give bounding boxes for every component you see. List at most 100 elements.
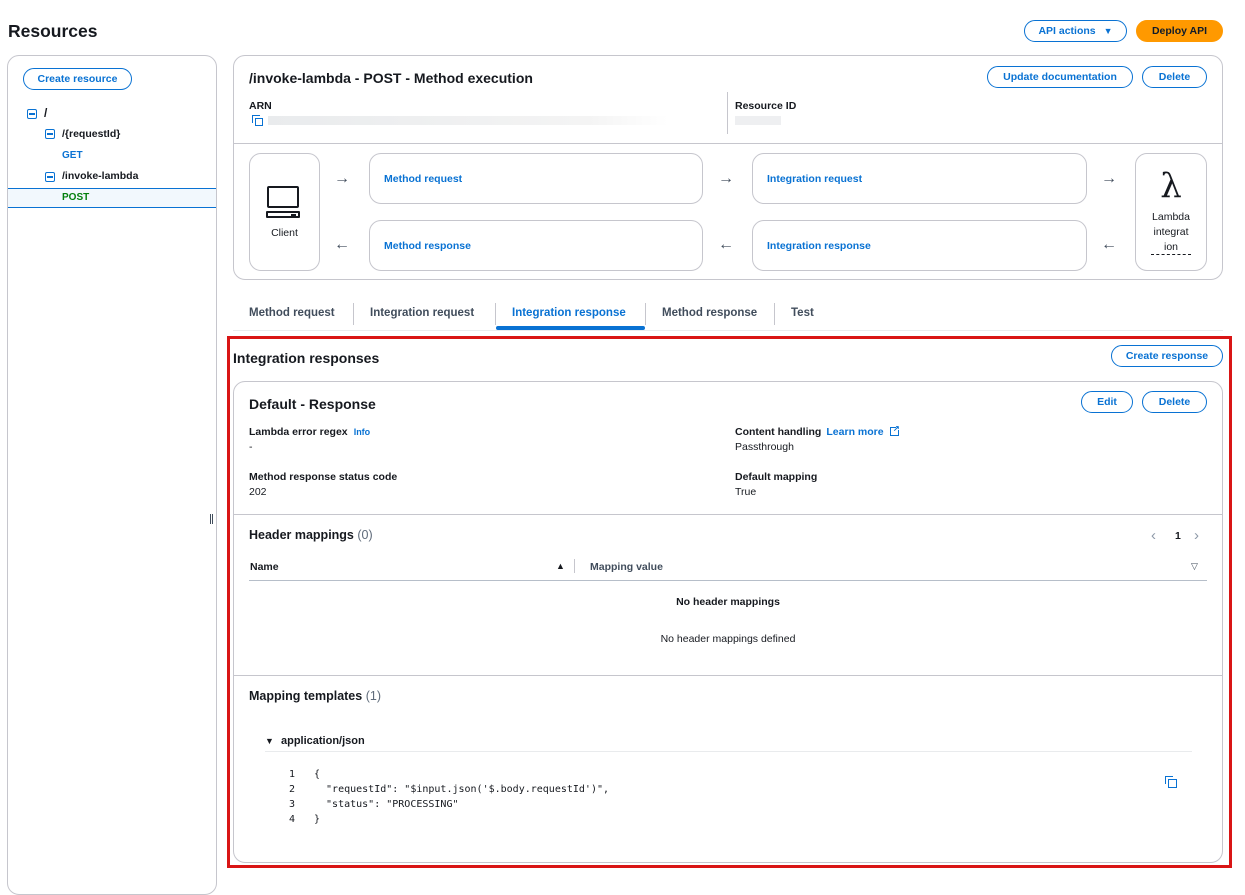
resize-handle-icon[interactable] xyxy=(210,514,213,524)
tree-item-get[interactable]: GET xyxy=(62,150,83,161)
collapse-requestid-icon[interactable] xyxy=(45,129,55,139)
code-line: "requestId": "$input.json('$.body.reques… xyxy=(314,784,610,795)
code-line: } xyxy=(314,814,321,825)
content-handling-value: Passthrough xyxy=(735,441,794,453)
page-title: Resources xyxy=(8,21,98,41)
method-card-divider xyxy=(234,143,1222,144)
deploy-api-button[interactable]: Deploy API xyxy=(1136,20,1223,42)
header-mappings-title: Header mappings xyxy=(249,528,354,542)
default-response-title: Default - Response xyxy=(249,396,376,412)
arn-label: ARN xyxy=(249,100,272,112)
section-divider xyxy=(234,514,1222,515)
copy-template-icon[interactable] xyxy=(1165,776,1178,789)
resource-id-label: Resource ID xyxy=(735,100,797,112)
tab-separator xyxy=(774,303,775,325)
tab-method-response[interactable]: Method response xyxy=(662,307,757,319)
delete-method-button[interactable]: Delete xyxy=(1142,66,1207,88)
integration-response-box[interactable]: Integration response xyxy=(752,220,1087,271)
update-documentation-button[interactable]: Update documentation xyxy=(987,66,1133,88)
arrow-right-icon: → xyxy=(334,170,350,187)
lambda-error-regex-value: - xyxy=(249,441,253,453)
column-divider xyxy=(574,559,575,573)
tree-item-post-selected[interactable] xyxy=(8,188,216,208)
pagination-page[interactable]: 1 xyxy=(1175,530,1181,542)
lambda-label-line3: ion xyxy=(1163,241,1178,253)
caret-down-icon: ▼ xyxy=(1103,26,1113,36)
learn-more-link[interactable]: Learn more xyxy=(826,426,883,438)
tab-separator xyxy=(645,303,646,325)
code-line: { xyxy=(314,769,321,780)
client-label: Client xyxy=(271,227,298,239)
tree-item-post[interactable]: POST xyxy=(62,192,89,203)
lambda-label-line2: integrat xyxy=(1153,226,1189,238)
integration-request-box[interactable]: Integration request xyxy=(752,153,1087,204)
header-mappings-heading: Header mappings (0) xyxy=(249,528,373,542)
arrow-left-icon: ← xyxy=(1101,236,1117,253)
status-code-value: 202 xyxy=(249,486,267,498)
code-line: "status": "PROCESSING" xyxy=(314,799,459,810)
empty-state-title: No header mappings xyxy=(676,596,780,608)
status-code-label: Method response status code xyxy=(249,471,398,483)
arn-divider xyxy=(727,92,728,134)
arrow-left-icon: ← xyxy=(718,236,734,253)
method-response-box[interactable]: Method response xyxy=(369,220,703,271)
lambda-label-underline xyxy=(1151,254,1191,255)
line-number: 1 xyxy=(289,769,296,780)
sort-ascending-icon[interactable]: ▲ xyxy=(556,561,565,571)
tree-item-invoke-lambda[interactable]: /invoke-lambda xyxy=(62,170,138,182)
tab-method-request[interactable]: Method request xyxy=(249,307,335,319)
lambda-error-regex-label: Lambda error regex xyxy=(249,426,348,438)
resource-id-redacted xyxy=(735,116,781,125)
method-request-box[interactable]: Method request xyxy=(369,153,703,204)
template-content-type: application/json xyxy=(280,735,365,747)
method-title: /invoke-lambda - POST - Method execution xyxy=(249,70,533,86)
create-resource-button[interactable]: Create resource xyxy=(23,68,132,90)
default-mapping-value: True xyxy=(735,486,757,498)
tab-separator xyxy=(495,303,496,325)
tabs-underline xyxy=(233,330,1223,331)
collapse-invoke-lambda-icon[interactable] xyxy=(45,172,55,182)
create-response-button[interactable]: Create response xyxy=(1111,345,1223,367)
column-header-mapping-value[interactable]: Mapping value xyxy=(590,561,663,573)
monitor-icon xyxy=(266,186,302,220)
delete-response-button[interactable]: Delete xyxy=(1142,391,1207,413)
arrow-right-icon: → xyxy=(718,170,734,187)
line-number: 3 xyxy=(289,799,296,810)
tree-item-requestid[interactable]: /{requestId} xyxy=(62,128,120,140)
pagination-prev-icon[interactable]: ‹ xyxy=(1151,527,1156,544)
tab-integration-response[interactable]: Integration response xyxy=(512,307,626,319)
default-mapping-label: Default mapping xyxy=(735,471,818,483)
column-header-name[interactable]: Name xyxy=(250,561,279,573)
api-actions-button[interactable]: API actions ▼ xyxy=(1024,20,1127,42)
mapping-templates-heading: Mapping templates (1) xyxy=(249,689,381,703)
integration-responses-title: Integration responses xyxy=(233,350,380,366)
tab-integration-request[interactable]: Integration request xyxy=(370,307,474,319)
arrow-right-icon: → xyxy=(1101,170,1117,187)
pagination-next-icon[interactable]: › xyxy=(1194,527,1199,544)
arrow-left-icon: ← xyxy=(334,236,350,253)
lambda-label-line1: Lambda xyxy=(1152,211,1190,223)
caret-down-icon: ▼ xyxy=(265,736,274,746)
sort-descending-icon[interactable]: ▽ xyxy=(1191,561,1198,572)
tab-separator xyxy=(353,303,354,325)
copy-arn-icon[interactable] xyxy=(252,115,264,127)
section-divider xyxy=(234,675,1222,676)
tab-test[interactable]: Test xyxy=(791,307,814,319)
table-header-divider xyxy=(249,580,1207,581)
arn-value-redacted xyxy=(268,116,668,125)
content-handling-field: Content handling Learn more ↗ xyxy=(735,425,901,438)
collapse-root-icon[interactable] xyxy=(27,109,37,119)
edit-button[interactable]: Edit xyxy=(1081,391,1133,413)
template-expander[interactable]: ▼ application/json xyxy=(265,735,365,747)
lambda-error-regex-field: Lambda error regex Info xyxy=(249,426,370,438)
line-number: 2 xyxy=(289,784,296,795)
empty-state-description: No header mappings defined xyxy=(660,633,796,645)
line-number: 4 xyxy=(289,814,296,825)
api-actions-label: API actions xyxy=(1038,25,1096,37)
external-link-icon: ↗ xyxy=(889,425,901,436)
mapping-templates-title: Mapping templates xyxy=(249,689,363,703)
info-link[interactable]: Info xyxy=(354,427,371,437)
mapping-templates-count: (1) xyxy=(365,689,381,703)
lambda-icon: λ xyxy=(1160,166,1182,206)
tree-item-root[interactable]: / xyxy=(44,106,47,120)
